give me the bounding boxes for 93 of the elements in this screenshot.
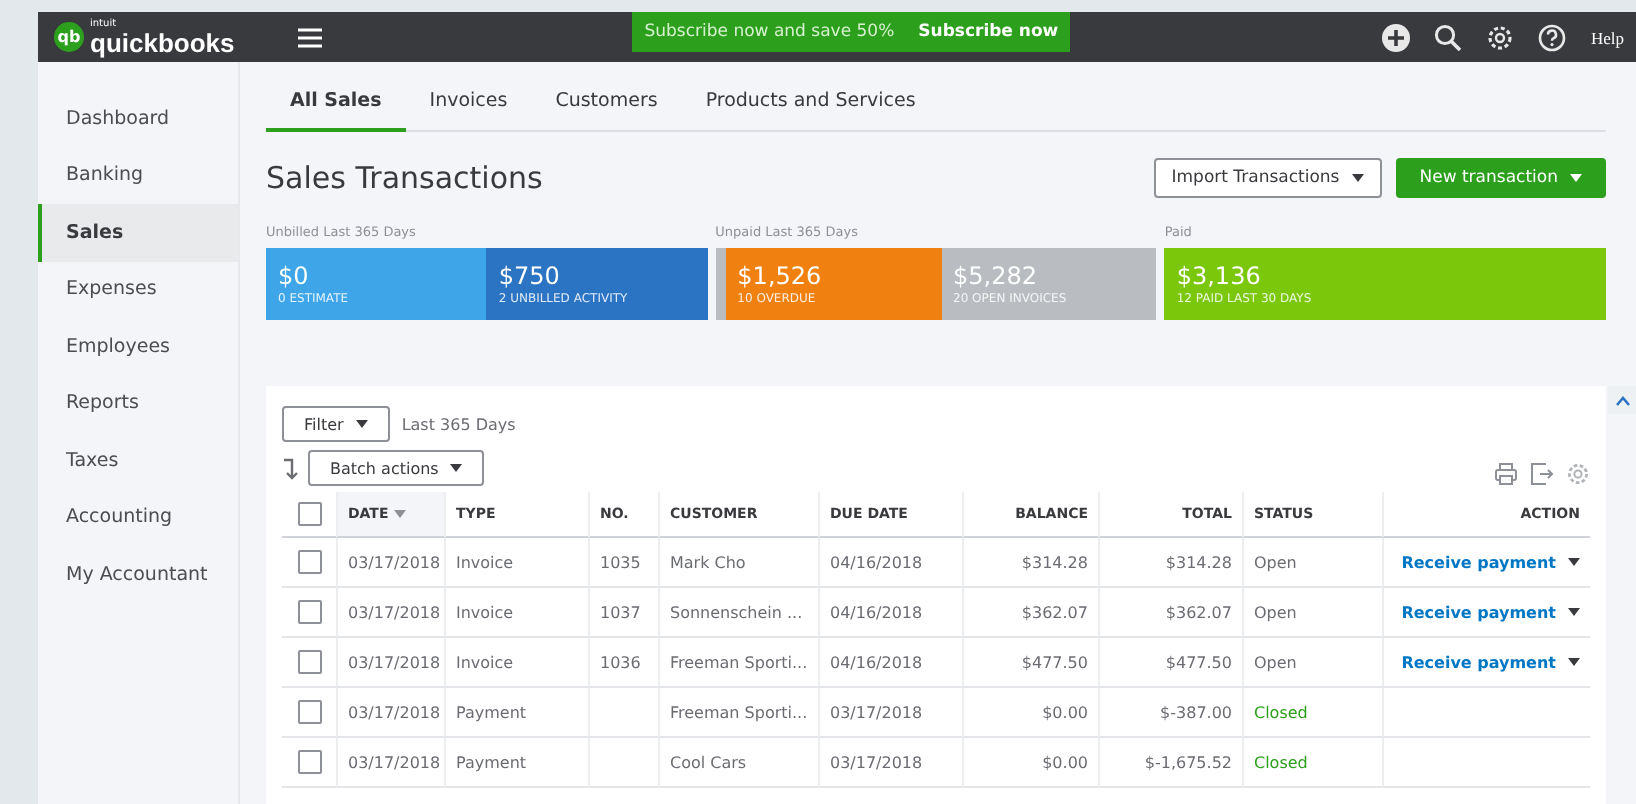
table-cell: $314.28 [962,538,1098,588]
status-cell: Open [1242,538,1382,588]
table-cell: $0.00 [962,738,1098,788]
table-cell: $-387.00 [1098,688,1242,738]
tab[interactable]: All Sales [266,90,406,132]
sidebar-item[interactable]: Banking [38,147,238,204]
sidebar-item[interactable]: Reports [38,375,238,432]
caret-icon [1568,558,1580,566]
import-transactions-button[interactable]: Import Transactions [1153,158,1382,198]
table-cell: Invoice [444,588,588,638]
tab[interactable]: Customers [531,90,682,132]
summary-amount: $1,526 [737,262,824,290]
sidebar-item[interactable]: Expenses [38,261,238,318]
select-all-checkbox[interactable] [297,502,321,526]
receive-payment-link[interactable]: Receive payment [1401,553,1556,571]
status-cell: Open [1242,588,1382,638]
table-cell: 03/17/2018 [336,538,444,588]
caret-icon [1568,658,1580,666]
arrow-down-icon [282,457,300,479]
table-cell: 03/17/2018 [818,688,962,738]
table-cell: Mark Cho [658,538,818,588]
table-cell: $362.07 [962,588,1098,638]
row-checkbox[interactable] [297,750,321,774]
add-icon[interactable] [1382,23,1411,51]
help-icon[interactable] [1538,23,1567,51]
help-label[interactable]: Help [1590,27,1624,47]
table-cell: Invoice [444,638,588,688]
table-cell: 03/17/2018 [336,738,444,788]
table-cell: 03/17/2018 [336,638,444,688]
sidebar-item[interactable]: Taxes [38,432,238,489]
table-cell [588,688,658,738]
table-cell: 1036 [588,638,658,688]
caret-icon [1570,174,1582,182]
summary-amount: $3,136 [1176,262,1263,290]
table-cell: Payment [444,738,588,788]
page-title: Sales Transactions [266,160,543,196]
table-cell: Invoice [444,538,588,588]
row-checkbox[interactable] [297,550,321,574]
table-cell: 04/16/2018 [818,588,962,638]
summary-amount: $5,282 [953,262,1040,290]
export-icon[interactable] [1530,462,1554,486]
row-checkbox[interactable] [297,600,321,624]
caret-icon [1568,608,1580,616]
caret-icon [394,510,407,518]
tab[interactable]: Invoices [405,90,532,132]
table-cell: $362.07 [1098,588,1242,638]
search-icon[interactable] [1434,23,1463,51]
sidebar-item[interactable]: My Accountant [38,546,238,603]
table-cell: 1037 [588,588,658,638]
row-checkbox[interactable] [297,700,321,724]
collapse-button[interactable] [1608,386,1636,414]
table-cell: Freeman Sporti... [658,638,818,688]
table-cell: Cool Cars [658,738,818,788]
table-cell: $477.50 [1098,638,1242,688]
sidebar-item[interactable]: Sales [38,204,238,261]
sidebar-item[interactable]: Accounting [38,489,238,546]
summary-amount: $750 [498,262,562,290]
table-cell [588,738,658,788]
row-checkbox[interactable] [297,650,321,674]
filter-button[interactable]: Filter [282,406,390,442]
table-cell: $-1,675.52 [1098,738,1242,788]
receive-payment-link[interactable]: Receive payment [1401,603,1556,621]
caret-icon [1351,174,1364,182]
logo-mark: qb [54,22,84,52]
menu-icon[interactable] [298,27,323,47]
batch-actions-button[interactable]: Batch actions [308,450,485,486]
table-cell: $0.00 [962,688,1098,738]
table-cell: 03/17/2018 [818,738,962,788]
summary-amount: $0 [278,262,311,290]
print-icon[interactable] [1494,462,1518,486]
receive-payment-link[interactable]: Receive payment [1401,653,1556,671]
sidebar-item[interactable]: Dashboard [38,90,238,147]
table-cell: $477.50 [962,638,1098,688]
sidebar-item[interactable]: Employees [38,318,238,375]
table-cell: Payment [444,688,588,738]
table-cell: 04/16/2018 [818,538,962,588]
table-cell: Sonnenschein ... [658,588,818,638]
table-cell: 03/17/2018 [336,588,444,638]
caret-icon [450,464,463,472]
logo-name: quickbooks [90,29,235,55]
table-cell: 03/17/2018 [336,688,444,738]
date-range-label: Last 365 Days [401,415,516,433]
caret-icon [355,420,368,428]
table-cell: 1035 [588,538,658,588]
status-cell: Closed [1242,738,1382,788]
status-cell: Closed [1242,688,1382,738]
caret-up-icon [1615,395,1629,405]
status-cell: Open [1242,638,1382,688]
tab[interactable]: Products and Services [681,90,940,132]
table-cell: Freeman Sporti... [658,688,818,738]
promo-text: Subscribe now and save 50% [644,22,895,42]
table-cell: $314.28 [1098,538,1242,588]
table-cell: 04/16/2018 [818,638,962,688]
